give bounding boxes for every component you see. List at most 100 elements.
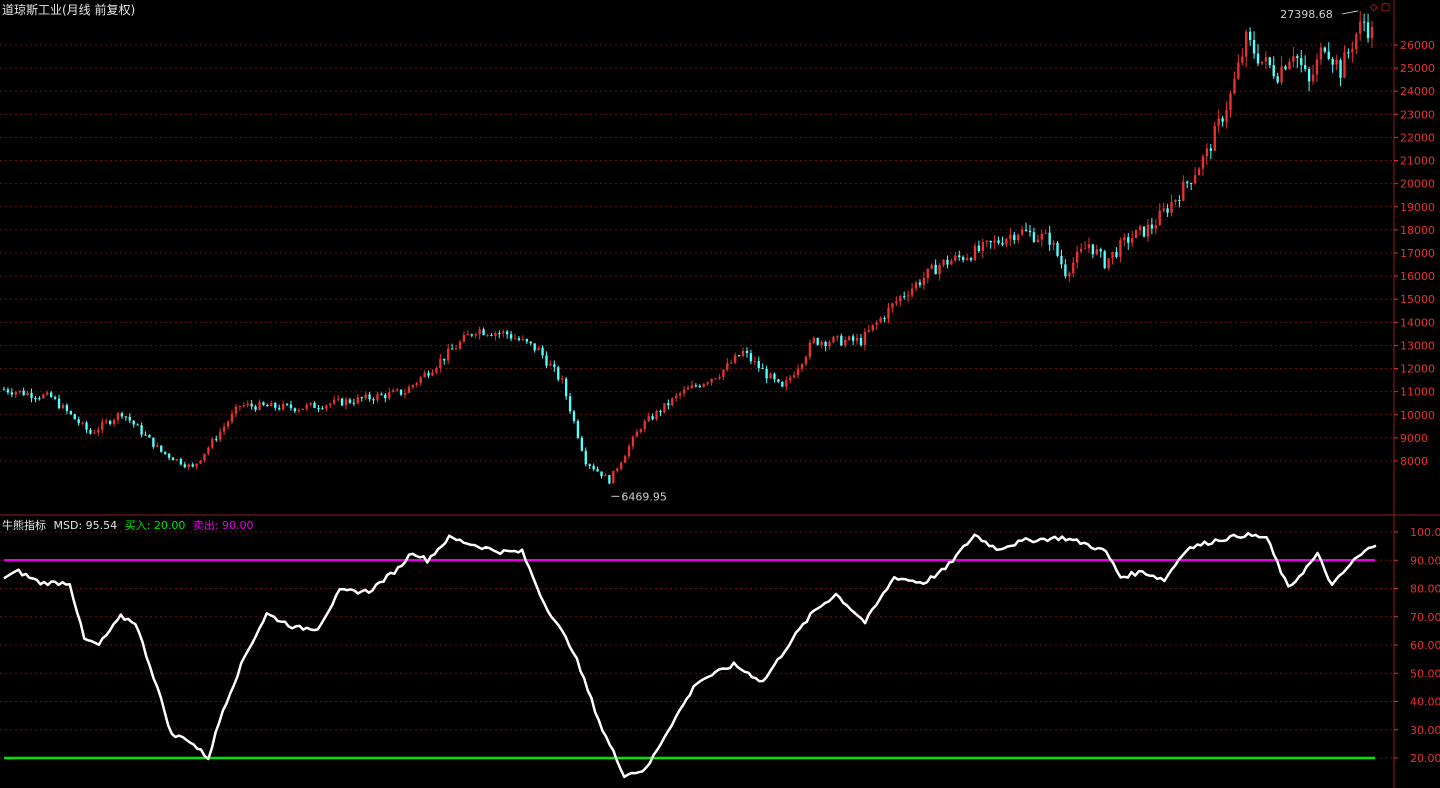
candle-body [419, 377, 422, 384]
candle-body [1048, 232, 1051, 245]
candle-body [321, 408, 324, 410]
candle-body [6, 389, 10, 393]
candle-body [395, 389, 399, 391]
candle-body [1186, 181, 1189, 184]
candle-body [144, 434, 147, 436]
candle-body [883, 318, 886, 320]
candle-body [726, 362, 729, 370]
candle-body [961, 257, 965, 260]
candle-body [847, 336, 851, 340]
candle-body [293, 408, 297, 412]
candle-body [1095, 249, 1099, 255]
candle-body [423, 372, 426, 378]
candle-body [863, 331, 867, 346]
candle-body [360, 397, 363, 399]
candle-body [1351, 49, 1354, 53]
candle-body [399, 389, 403, 395]
candle-body [152, 437, 155, 447]
candle-body [812, 338, 815, 343]
candle-body [301, 408, 304, 410]
candle-body [749, 353, 753, 362]
candle-body [549, 364, 552, 366]
candle-body [631, 436, 635, 447]
candle-body [584, 450, 587, 465]
candle-body [914, 282, 918, 289]
candle-body [997, 240, 1000, 243]
candle-body [1020, 229, 1024, 235]
candle-body [470, 334, 473, 336]
candle-body [388, 392, 391, 399]
candle-body [675, 395, 678, 399]
candle-body [101, 421, 104, 430]
candle-body [2, 389, 6, 391]
candle-body [1040, 233, 1043, 240]
candle-body [391, 390, 395, 393]
candle-body [1327, 51, 1330, 59]
indicator-tick-label: 50.00 [1410, 667, 1440, 680]
candle-body [655, 410, 658, 420]
candle-body [49, 392, 53, 398]
candle-body [1189, 183, 1193, 185]
price-tick-label: 26000 [1400, 39, 1435, 52]
candle-body [1072, 262, 1075, 274]
candle-body [108, 420, 112, 425]
candle-body [1005, 239, 1008, 245]
msd-value-label: MSD: 95.54 [53, 519, 118, 532]
candle-body [1166, 208, 1169, 213]
candle-body [93, 432, 96, 434]
candle-body [1134, 229, 1138, 239]
candle-body [474, 334, 477, 336]
square-icon[interactable]: ▢ [1381, 2, 1390, 13]
candle-body [435, 367, 438, 373]
candle-body [1303, 65, 1307, 70]
candle-body [635, 431, 639, 437]
candle-body [1028, 230, 1032, 233]
candle-body [238, 406, 242, 408]
diamond-icon[interactable]: ◇ [1370, 2, 1378, 13]
indicator-name: 牛熊指标 [2, 519, 46, 532]
candle-body [10, 392, 14, 395]
candle-body [262, 402, 265, 405]
candle-body [336, 398, 340, 400]
corner-icons[interactable]: ◇ ▢ [1370, 2, 1390, 13]
candle-body [112, 419, 116, 425]
candle-body [513, 338, 517, 340]
candle-body [733, 355, 737, 363]
candle-body [851, 336, 855, 341]
candle-body [277, 407, 281, 410]
candle-body [887, 307, 890, 319]
price-tick-label: 22000 [1400, 131, 1435, 144]
candle-body [773, 373, 776, 380]
candle-body [1174, 199, 1177, 202]
candle-body [545, 355, 548, 366]
candle-body [946, 259, 949, 265]
candle-body [297, 409, 301, 412]
candle-body [195, 463, 198, 467]
candle-body [792, 375, 796, 378]
candle-body [38, 398, 41, 400]
candle-body [1347, 52, 1350, 54]
candle-body [309, 402, 312, 405]
candle-body [364, 394, 367, 399]
candle-body [600, 471, 603, 477]
price-tick-label: 25000 [1400, 62, 1435, 75]
candle-body [777, 379, 780, 382]
candle-body [222, 426, 226, 432]
candle-body [53, 397, 57, 399]
candle-body [1315, 59, 1319, 75]
candle-body [859, 338, 863, 346]
candle-body [1307, 69, 1311, 82]
candle-body [1064, 264, 1067, 277]
candle-body [1288, 61, 1291, 70]
candle-body [682, 389, 686, 394]
candle-body [46, 392, 49, 395]
candle-body [1127, 237, 1130, 243]
candle-body [643, 421, 646, 430]
candle-body [486, 334, 489, 336]
candle-body [34, 398, 37, 400]
candle-body [1091, 244, 1095, 255]
candle-body [1272, 65, 1275, 77]
candle-body [1119, 240, 1122, 257]
candle-body [1280, 66, 1283, 83]
candle-body [1335, 60, 1338, 65]
